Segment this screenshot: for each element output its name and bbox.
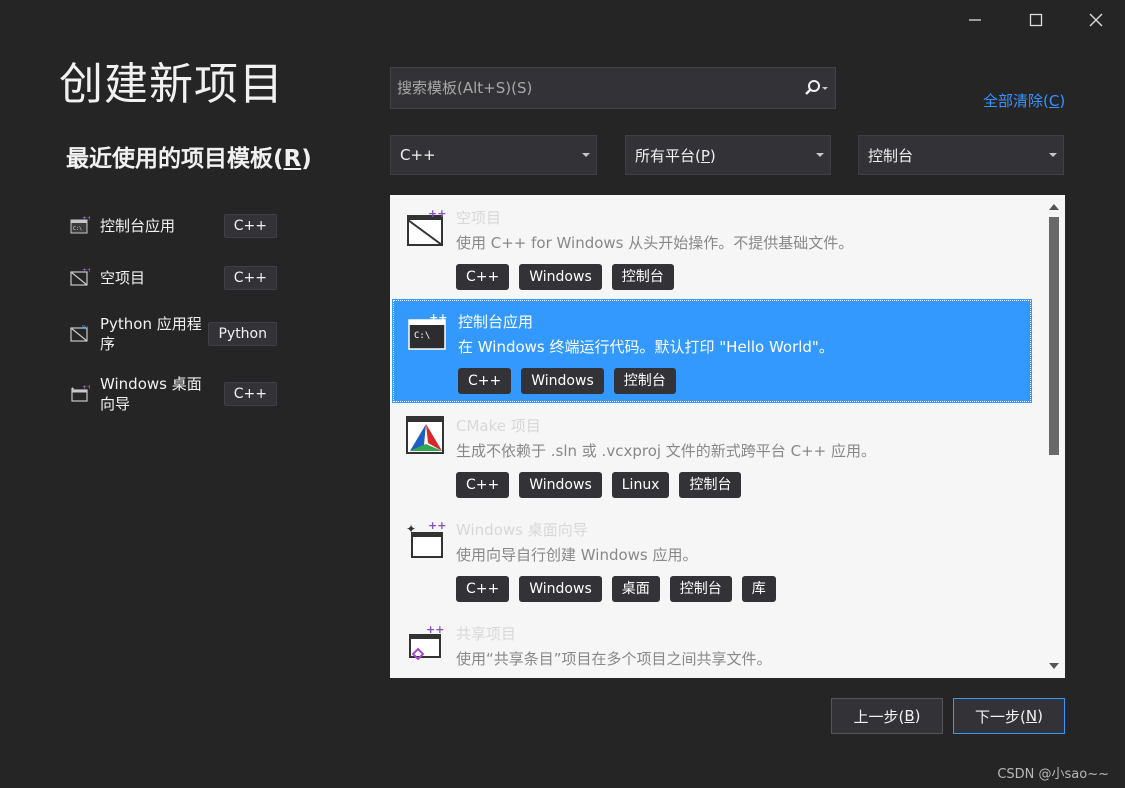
tag: Windows bbox=[519, 472, 602, 498]
language-filter-dropdown[interactable]: C++ bbox=[390, 135, 597, 175]
template-tags: C++ Windows 控制台 bbox=[456, 264, 674, 290]
scrollbar-thumb[interactable] bbox=[1049, 217, 1059, 455]
language-badge: C++ bbox=[223, 266, 277, 290]
template-title: CMake 项目 bbox=[456, 417, 541, 435]
svg-text:++: ++ bbox=[426, 623, 444, 636]
language-badge: C++ bbox=[223, 214, 277, 238]
chevron-down-icon bbox=[1049, 153, 1057, 157]
recent-item-empty-project[interactable]: ++ 空项目 C++ bbox=[68, 252, 283, 304]
recent-templates-list: C:\ ++ 控制台应用 C++ ++ 空项目 C++ Py Python 应用… bbox=[68, 200, 283, 424]
svg-text:++: ++ bbox=[82, 384, 90, 391]
template-item-shared-project[interactable]: ++ 共享项目 使用“共享条目”项目在多个项目之间共享文件。 bbox=[390, 611, 1033, 678]
language-badge: C++ bbox=[223, 382, 277, 406]
tag: 控制台 bbox=[679, 472, 742, 498]
search-input[interactable] bbox=[391, 68, 797, 108]
svg-text:++: ++ bbox=[82, 215, 90, 222]
recent-item-label: Windows 桌面向导 bbox=[100, 375, 202, 413]
maximize-icon bbox=[1029, 13, 1043, 27]
tag: Windows bbox=[519, 576, 602, 602]
maximize-button[interactable] bbox=[1019, 6, 1053, 34]
tag: 控制台 bbox=[669, 576, 732, 602]
console-app-icon: C:\ ++ bbox=[408, 311, 447, 350]
tag: 桌面 bbox=[611, 576, 660, 602]
close-button[interactable] bbox=[1079, 6, 1113, 34]
chevron-down-icon bbox=[822, 87, 828, 90]
next-button[interactable]: 下一步(N) bbox=[953, 698, 1065, 734]
scroll-up-icon[interactable] bbox=[1049, 204, 1059, 210]
template-search-box bbox=[390, 67, 836, 109]
template-tags: C++ Windows 桌面 控制台 库 bbox=[456, 576, 776, 602]
svg-text:++: ++ bbox=[82, 267, 90, 274]
template-title: 共享项目 bbox=[456, 625, 517, 643]
tag: C++ bbox=[456, 264, 510, 290]
svg-text:Py: Py bbox=[82, 325, 88, 331]
chevron-down-icon bbox=[582, 153, 590, 157]
tag: C++ bbox=[456, 576, 510, 602]
template-item-empty-project[interactable]: ++ 空项目 使用 C++ for Windows 从头开始操作。不提供基础文件… bbox=[390, 195, 1033, 299]
template-description: 在 Windows 终端运行代码。默认打印 "Hello World"。 bbox=[458, 338, 834, 356]
tag: Windows bbox=[521, 368, 604, 394]
svg-text:++: ++ bbox=[428, 207, 446, 220]
tag: C++ bbox=[456, 472, 510, 498]
template-item-windows-wizard[interactable]: ✦ ++ Windows 桌面向导 使用向导自行创建 Windows 应用。 C… bbox=[390, 507, 1033, 611]
template-description: 生成不依赖于 .sln 或 .vcxproj 文件的新式跨平台 C++ 应用。 bbox=[456, 442, 876, 460]
template-description: 使用向导自行创建 Windows 应用。 bbox=[456, 546, 698, 564]
back-button[interactable]: 上一步(B) bbox=[831, 698, 943, 734]
svg-text:✦: ✦ bbox=[70, 386, 75, 393]
empty-project-icon: ++ bbox=[407, 207, 446, 246]
cmake-icon bbox=[406, 416, 444, 454]
template-tags: C++ Windows Linux 控制台 bbox=[456, 472, 742, 498]
recent-item-label: 控制台应用 bbox=[100, 217, 176, 235]
close-icon bbox=[1089, 13, 1103, 27]
template-item-console-app[interactable]: C:\ ++ 控制台应用 在 Windows 终端运行代码。默认打印 "Hell… bbox=[392, 299, 1032, 403]
minimize-icon bbox=[969, 19, 981, 21]
tag: Windows bbox=[519, 264, 602, 290]
svg-text:++: ++ bbox=[428, 519, 446, 532]
tag: 库 bbox=[741, 576, 776, 602]
template-title: 控制台应用 bbox=[458, 313, 534, 331]
project-type-filter-dropdown[interactable]: 控制台 bbox=[858, 135, 1064, 175]
console-app-icon: C:\ ++ bbox=[70, 215, 90, 234]
scroll-down-icon[interactable] bbox=[1049, 663, 1059, 669]
recent-item-windows-wizard[interactable]: ✦ ++ Windows 桌面向导 C++ bbox=[68, 364, 283, 424]
page-title: 创建新项目 bbox=[59, 59, 284, 110]
tag: C++ bbox=[458, 368, 512, 394]
search-icon bbox=[805, 80, 828, 95]
recent-item-label: Python 应用程序 bbox=[100, 315, 202, 353]
tag: 控制台 bbox=[613, 368, 676, 394]
language-filter-value: C++ bbox=[400, 146, 436, 164]
recent-templates-heading: 最近使用的项目模板(R) bbox=[66, 146, 312, 172]
minimize-button[interactable] bbox=[958, 6, 992, 34]
svg-text:✦: ✦ bbox=[406, 522, 416, 536]
shared-project-icon: ++ bbox=[409, 623, 444, 661]
template-tags: C++ Windows 控制台 bbox=[458, 368, 676, 394]
template-list: ++ 空项目 使用 C++ for Windows 从头开始操作。不提供基础文件… bbox=[390, 195, 1065, 678]
recent-item-console-app[interactable]: C:\ ++ 控制台应用 C++ bbox=[68, 200, 283, 252]
svg-text:C:\: C:\ bbox=[414, 331, 430, 341]
template-description: 使用“共享条目”项目在多个项目之间共享文件。 bbox=[456, 650, 772, 668]
python-app-icon: Py bbox=[70, 325, 88, 342]
template-title: Windows 桌面向导 bbox=[456, 521, 588, 539]
empty-project-icon: ++ bbox=[70, 267, 90, 286]
chevron-down-icon bbox=[816, 153, 824, 157]
template-title: 空项目 bbox=[456, 209, 502, 227]
watermark: CSDN @小sao~~ bbox=[997, 767, 1109, 782]
template-description: 使用 C++ for Windows 从头开始操作。不提供基础文件。 bbox=[456, 234, 854, 252]
tag: 控制台 bbox=[611, 264, 674, 290]
clear-all-link[interactable]: 全部清除(C) bbox=[983, 90, 1065, 111]
template-list-scrollbar[interactable] bbox=[1043, 195, 1065, 678]
platform-filter-value: 所有平台(P) bbox=[635, 146, 716, 165]
svg-text:++: ++ bbox=[429, 311, 447, 324]
recent-item-python-app[interactable]: Py Python 应用程序 Python bbox=[68, 304, 283, 364]
windows-wizard-icon: ✦ ++ bbox=[70, 384, 90, 402]
template-item-cmake-project[interactable]: CMake 项目 生成不依赖于 .sln 或 .vcxproj 文件的新式跨平台… bbox=[390, 403, 1033, 507]
language-badge: Python bbox=[208, 322, 277, 346]
tag: Linux bbox=[611, 472, 670, 498]
platform-filter-dropdown[interactable]: 所有平台(P) bbox=[625, 135, 831, 175]
project-type-filter-value: 控制台 bbox=[868, 146, 914, 165]
recent-item-label: 空项目 bbox=[100, 269, 146, 287]
svg-text:C:\: C:\ bbox=[73, 226, 82, 232]
search-button[interactable] bbox=[797, 68, 835, 108]
windows-wizard-icon: ✦ ++ bbox=[406, 519, 446, 558]
